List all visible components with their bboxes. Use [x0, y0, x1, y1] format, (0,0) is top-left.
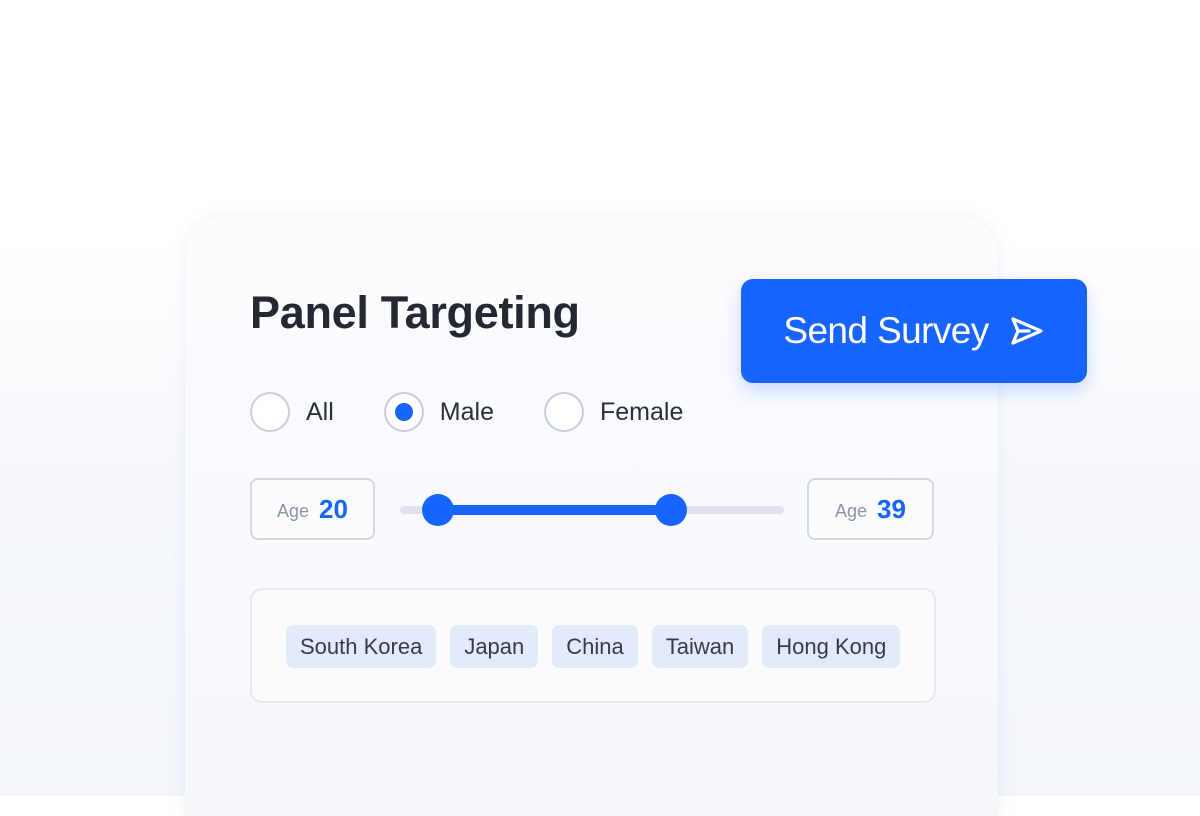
send-survey-label: Send Survey — [783, 310, 989, 351]
radio-label-female: Female — [599, 397, 684, 426]
send-survey-button[interactable]: Send Survey — [741, 279, 1087, 383]
age-max-field[interactable]: Age 39 — [807, 478, 934, 540]
radio-label-all: All — [306, 397, 334, 426]
slider-thumb-max[interactable] — [655, 494, 687, 526]
radio-option-male[interactable]: Male — [383, 392, 494, 432]
region-selector: South Korea Japan China Taiwan Hong Kong — [250, 588, 936, 703]
age-max-prefix: Age — [835, 500, 868, 521]
slider-selected-range — [438, 505, 671, 515]
age-range-slider[interactable] — [400, 490, 784, 530]
region-chip-hong-kong[interactable]: Hong Kong — [762, 625, 901, 668]
region-chip-taiwan[interactable]: Taiwan — [651, 625, 749, 668]
radio-option-all[interactable]: All — [250, 392, 334, 432]
age-min-value: 20 — [319, 493, 348, 524]
radio-button-female[interactable] — [543, 392, 584, 432]
region-chip-list: South Korea Japan China Taiwan Hong Kong — [286, 625, 901, 668]
region-chip-south-korea[interactable]: South Korea — [286, 625, 437, 668]
age-max-value: 39 — [877, 493, 906, 524]
region-chip-china[interactable]: China — [552, 625, 638, 668]
page-title: Panel Targeting — [250, 287, 580, 338]
region-chip-japan[interactable]: Japan — [450, 625, 539, 668]
send-icon — [1011, 317, 1043, 345]
age-min-prefix: Age — [277, 500, 310, 521]
gender-radio-group: All Male Female — [250, 392, 683, 432]
age-min-field[interactable]: Age 20 — [250, 478, 375, 540]
radio-label-male: Male — [439, 397, 494, 426]
radio-option-female[interactable]: Female — [543, 392, 684, 432]
slider-thumb-min[interactable] — [422, 494, 454, 526]
radio-button-male[interactable] — [383, 392, 424, 432]
radio-button-all[interactable] — [250, 392, 290, 432]
radio-selected-dot — [394, 403, 413, 421]
